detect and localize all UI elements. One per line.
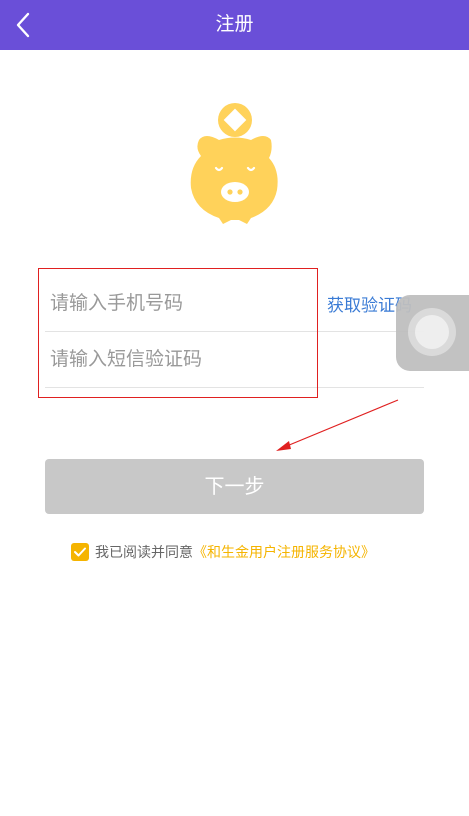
- agree-checkbox[interactable]: [71, 543, 89, 561]
- register-screen: 注册 获取验证码 下一步 我已阅读并同意 《和生金用户注: [0, 0, 469, 816]
- agreement-link[interactable]: 《和生金用户注册服务协议》: [193, 542, 375, 562]
- assistive-dot-icon: [415, 315, 449, 349]
- nav-bar: 注册: [0, 0, 469, 50]
- highlight-box: [38, 268, 318, 398]
- page-title: 注册: [215, 13, 254, 35]
- agreement-text: 我已阅读并同意: [95, 545, 193, 561]
- piggy-bank-coin-icon: [190, 103, 278, 224]
- assistive-touch-button[interactable]: [396, 295, 469, 371]
- agreement-row: 我已阅读并同意 《和生金用户注册服务协议》: [71, 541, 375, 563]
- checkmark-icon: [74, 547, 86, 557]
- next-step-button[interactable]: 下一步: [45, 459, 424, 514]
